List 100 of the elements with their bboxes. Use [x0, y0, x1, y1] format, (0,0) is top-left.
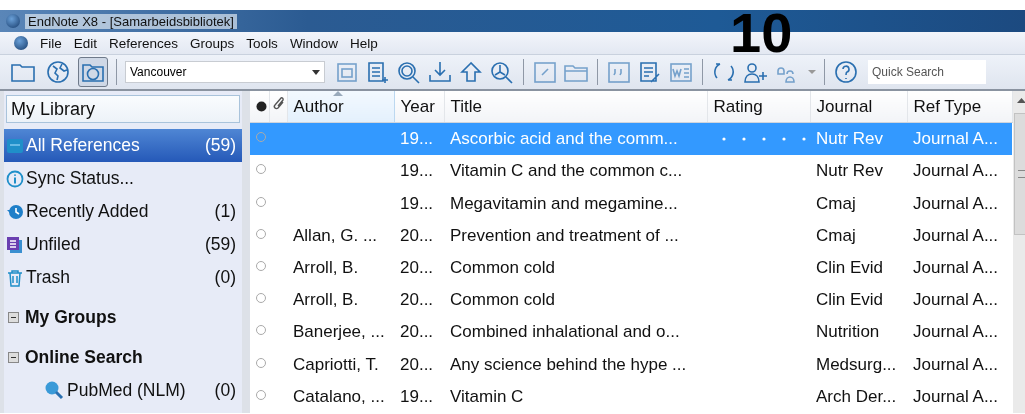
style-dropdown[interactable]: Vancouver [125, 61, 325, 83]
sidebar-item[interactable]: Unfiled (59) [4, 228, 242, 261]
scroll-up-icon[interactable] [1016, 97, 1025, 103]
table-cell: Vitamin C and the common c... [450, 161, 683, 181]
table-cell: Arroll, B. [293, 257, 359, 277]
table-cell: Prevention and treatment of ... [450, 225, 679, 245]
table-row[interactable]: Allan, G. ... 20... Prevention and treatment of ... Cmaj Journal A... [250, 219, 1012, 252]
sidebar-item[interactable]: Recently Added (1) [4, 195, 242, 228]
search-field[interactable]: Quick Search [868, 60, 986, 84]
table-cell: Nutrition [816, 322, 880, 342]
sidebar-item[interactable]: Trash (0) [4, 261, 242, 294]
table-cell: Journal A... [913, 129, 999, 149]
table-row[interactable]: Arroll, B. 20... Common cold Clin Evid Journal A... [250, 251, 1012, 285]
table-cell: Banerjee, ... [293, 322, 385, 342]
table-row[interactable]: 19... Megavitamin and megamine... Cmaj Journal A... [250, 187, 1012, 220]
app-logo-icon[interactable] [14, 36, 28, 50]
table-cell: Clin Evid [816, 257, 884, 277]
column-header[interactable]: Author [287, 91, 394, 123]
rating-dots[interactable] [721, 136, 807, 143]
menu-item[interactable]: References [103, 35, 185, 51]
table-cell: Nutr Rev [816, 129, 884, 149]
column-header[interactable]: Ref Type [907, 91, 1012, 123]
table-row[interactable]: 19... Vitamin C and the common c... Nutr Rev Journal A... [250, 155, 1012, 188]
app-logo-icon [6, 14, 20, 28]
table-cell: 20... [400, 225, 434, 245]
window-title: EndNote X8 - [Samarbeidsbibliotek] [25, 13, 237, 29]
document-edit-icon[interactable] [637, 60, 663, 84]
menu-item[interactable]: Edit [67, 35, 104, 51]
table-cell: Arroll, B. [293, 290, 359, 310]
table-cell: Megavitamin and megamine... [450, 193, 678, 213]
table-cell: 19... [400, 193, 434, 213]
document-stack-icon [6, 235, 24, 254]
download-icon[interactable] [427, 60, 453, 84]
group-heading[interactable]: My Groups [25, 306, 117, 328]
menu-item[interactable]: File [34, 35, 68, 51]
collapse-toggle[interactable] [8, 311, 19, 323]
scrollbar[interactable] [1012, 91, 1025, 413]
table-cell: Arch Der... [816, 386, 897, 406]
online-search-icon [44, 380, 64, 400]
table-cell: Clin Evid [816, 290, 884, 310]
add-user-icon[interactable] [742, 60, 768, 84]
table-cell: Journal A... [913, 225, 999, 245]
find-pdf-icon[interactable] [489, 60, 515, 84]
table-cell: Journal A... [913, 290, 999, 310]
sync-icon[interactable] [711, 60, 737, 84]
history-icon [6, 202, 24, 221]
library-header[interactable]: My Library [6, 95, 240, 123]
table-cell: 19... [400, 129, 434, 149]
table-cell: Common cold [450, 257, 555, 277]
table-cell: 20... [400, 257, 434, 277]
table-cell: Journal A... [913, 322, 999, 342]
sidebar-item[interactable]: Sync Status... [4, 162, 242, 195]
table-cell: 19... [400, 161, 434, 181]
menu-item[interactable]: Window [283, 35, 344, 51]
table-row[interactable]: Banerjee, ... 20... Combined inhalational and o... Nutrition Journal A... [250, 316, 1012, 349]
table-cell: 20... [400, 354, 434, 374]
table-cell: Journal A... [913, 386, 999, 406]
table-cell: 19... [400, 386, 434, 406]
table-cell: Combined inhalational and o... [450, 322, 680, 342]
upload-icon[interactable] [458, 60, 484, 84]
column-header[interactable]: Rating [707, 91, 810, 123]
collapse-toggle[interactable] [8, 351, 19, 363]
table-cell: Cmaj [816, 193, 856, 213]
table-cell: 20... [400, 322, 434, 342]
table-cell: Journal A... [913, 161, 999, 181]
menu-item[interactable]: Help [343, 35, 384, 51]
word-document-icon[interactable] [668, 60, 694, 84]
table-row[interactable]: Capriotti, T. 20... Any science behind the hype ... Medsurg... Journal A... [250, 348, 1012, 381]
sidebar-item[interactable]: All References (59) [4, 129, 242, 162]
help-icon[interactable] [833, 60, 859, 84]
table-row[interactable]: Catalano, ... 19... Vitamin C Arch Der... Journal A... [250, 380, 1012, 413]
new-reference-icon[interactable] [365, 60, 391, 84]
sidebar-item[interactable]: PubMed (NLM) (0) [4, 374, 242, 406]
table-cell: Nutr Rev [816, 161, 884, 181]
paperclip-icon [271, 96, 286, 112]
table-cell: Catalano, ... [293, 386, 385, 406]
table-cell: Journal A... [913, 193, 999, 213]
table-cell: Vitamin C [450, 386, 524, 406]
info-icon [6, 169, 24, 188]
table-cell: Ascorbic acid and the comm... [450, 129, 678, 149]
column-header[interactable]: Journal [810, 91, 907, 123]
library-icon [6, 136, 24, 155]
column-header[interactable]: Title [444, 91, 707, 123]
table-cell: Journal A... [913, 257, 999, 277]
caret-icon [312, 69, 320, 75]
column-header[interactable]: Year [394, 91, 444, 123]
table-cell: 20... [400, 290, 434, 310]
read-status-icon [256, 100, 267, 112]
table-cell: Allan, G. ... [293, 225, 378, 245]
trash-icon [6, 268, 24, 287]
menu-item[interactable]: Tools [240, 35, 284, 51]
table-cell: Journal A... [913, 354, 999, 374]
table-cell: Capriotti, T. [293, 354, 379, 374]
online-search-icon[interactable] [396, 60, 422, 84]
table-row[interactable]: Arroll, B. 20... Common cold Clin Evid Journal A... [250, 284, 1012, 317]
table-cell: Any science behind the hype ... [450, 354, 687, 374]
group-heading[interactable]: Online Search [25, 346, 143, 368]
table-cell: Medsurg... [816, 354, 897, 374]
table-cell: Common cold [450, 290, 555, 310]
menu-item[interactable]: Groups [184, 35, 241, 51]
